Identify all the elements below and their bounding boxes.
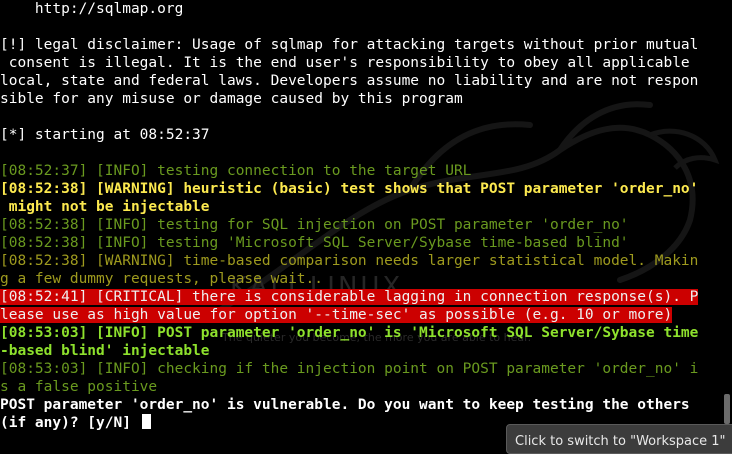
terminal-line-text: [08:53:03] [INFO] POST parameter 'order_…	[0, 325, 699, 341]
terminal-line-text: consent is illegal. It is the end user's…	[0, 55, 690, 71]
terminal-line: s a false positive	[0, 378, 722, 396]
text-cursor	[141, 414, 151, 429]
terminal-line-text: [08:52:38] [INFO] testing 'Microsoft SQL…	[0, 235, 629, 251]
terminal-line: consent is illegal. It is the end user's…	[0, 54, 722, 72]
terminal-line: [08:52:38] [INFO] testing for SQL inject…	[0, 216, 722, 234]
terminal-scrollbar[interactable]	[722, 0, 732, 441]
terminal-line-text: s a false positive	[0, 379, 158, 395]
terminal-line: -based blind' injectable	[0, 342, 722, 360]
workspace-tooltip: Click to switch to "Workspace 1"	[506, 424, 732, 454]
terminal-line-text: [08:53:03] [INFO] checking if the inject…	[0, 361, 699, 377]
terminal-line: g a few dummy requests, please wait..	[0, 270, 722, 288]
terminal-line-text: local, state and federal laws. Developer…	[0, 73, 699, 89]
terminal-line: [08:52:37] [INFO] testing connection to …	[0, 162, 722, 180]
terminal-line: [08:53:03] [INFO] checking if the inject…	[0, 360, 722, 378]
terminal-line: [*] starting at 08:52:37	[0, 126, 722, 144]
terminal-line-text: -based blind' injectable	[0, 343, 210, 359]
terminal-line-text: lease use as high value for option '--ti…	[0, 307, 673, 323]
terminal-line-text: [08:52:38] [WARNING] heuristic (basic) t…	[0, 181, 699, 197]
terminal-line: [08:52:41] [CRITICAL] there is considera…	[0, 288, 722, 306]
terminal-line: [08:52:38] [INFO] testing 'Microsoft SQL…	[0, 234, 722, 252]
terminal-line-text: [*] starting at 08:52:37	[0, 127, 210, 143]
terminal-line: might not be injectable	[0, 198, 722, 216]
terminal-window[interactable]: KALI LINUX The quieter you become, the m…	[0, 0, 722, 441]
terminal-line: sible for any misuse or damage caused by…	[0, 90, 722, 108]
terminal-line: [08:52:38] [WARNING] heuristic (basic) t…	[0, 180, 722, 198]
terminal-line-text: [08:52:41] [CRITICAL] there is considera…	[0, 289, 699, 305]
terminal-line: [08:52:38] [WARNING] time-based comparis…	[0, 252, 722, 270]
terminal-line-text: might not be injectable	[0, 199, 210, 215]
terminal-line: [08:53:03] [INFO] POST parameter 'order_…	[0, 324, 722, 342]
terminal-line: POST parameter 'order_no' is vulnerable.…	[0, 396, 722, 414]
terminal-line-text: g a few dummy requests, please wait..	[0, 271, 324, 287]
terminal-line: [!] legal disclaimer: Usage of sqlmap fo…	[0, 36, 722, 54]
terminal-line: local, state and federal laws. Developer…	[0, 72, 722, 90]
terminal-line-text: [!] legal disclaimer: Usage of sqlmap fo…	[0, 37, 699, 53]
terminal-line-text: [08:52:38] [INFO] testing for SQL inject…	[0, 217, 629, 233]
terminal-line-text: http://sqlmap.org	[0, 1, 184, 17]
terminal-line-text: [08:52:38] [WARNING] time-based comparis…	[0, 253, 699, 269]
terminal-output: http://sqlmap.org [!] legal disclaimer: U…	[0, 0, 722, 432]
scrollbar-thumb[interactable]	[724, 394, 730, 424]
terminal-line: lease use as high value for option '--ti…	[0, 306, 722, 324]
terminal-line-text: [08:52:37] [INFO] testing connection to …	[0, 163, 472, 179]
terminal-line-text: POST parameter 'order_no' is vulnerable.…	[0, 397, 690, 413]
terminal-line-text: (if any)? [y/N]	[0, 415, 140, 431]
terminal-line-text: sible for any misuse or damage caused by…	[0, 91, 463, 107]
terminal-line: http://sqlmap.org	[0, 0, 722, 18]
